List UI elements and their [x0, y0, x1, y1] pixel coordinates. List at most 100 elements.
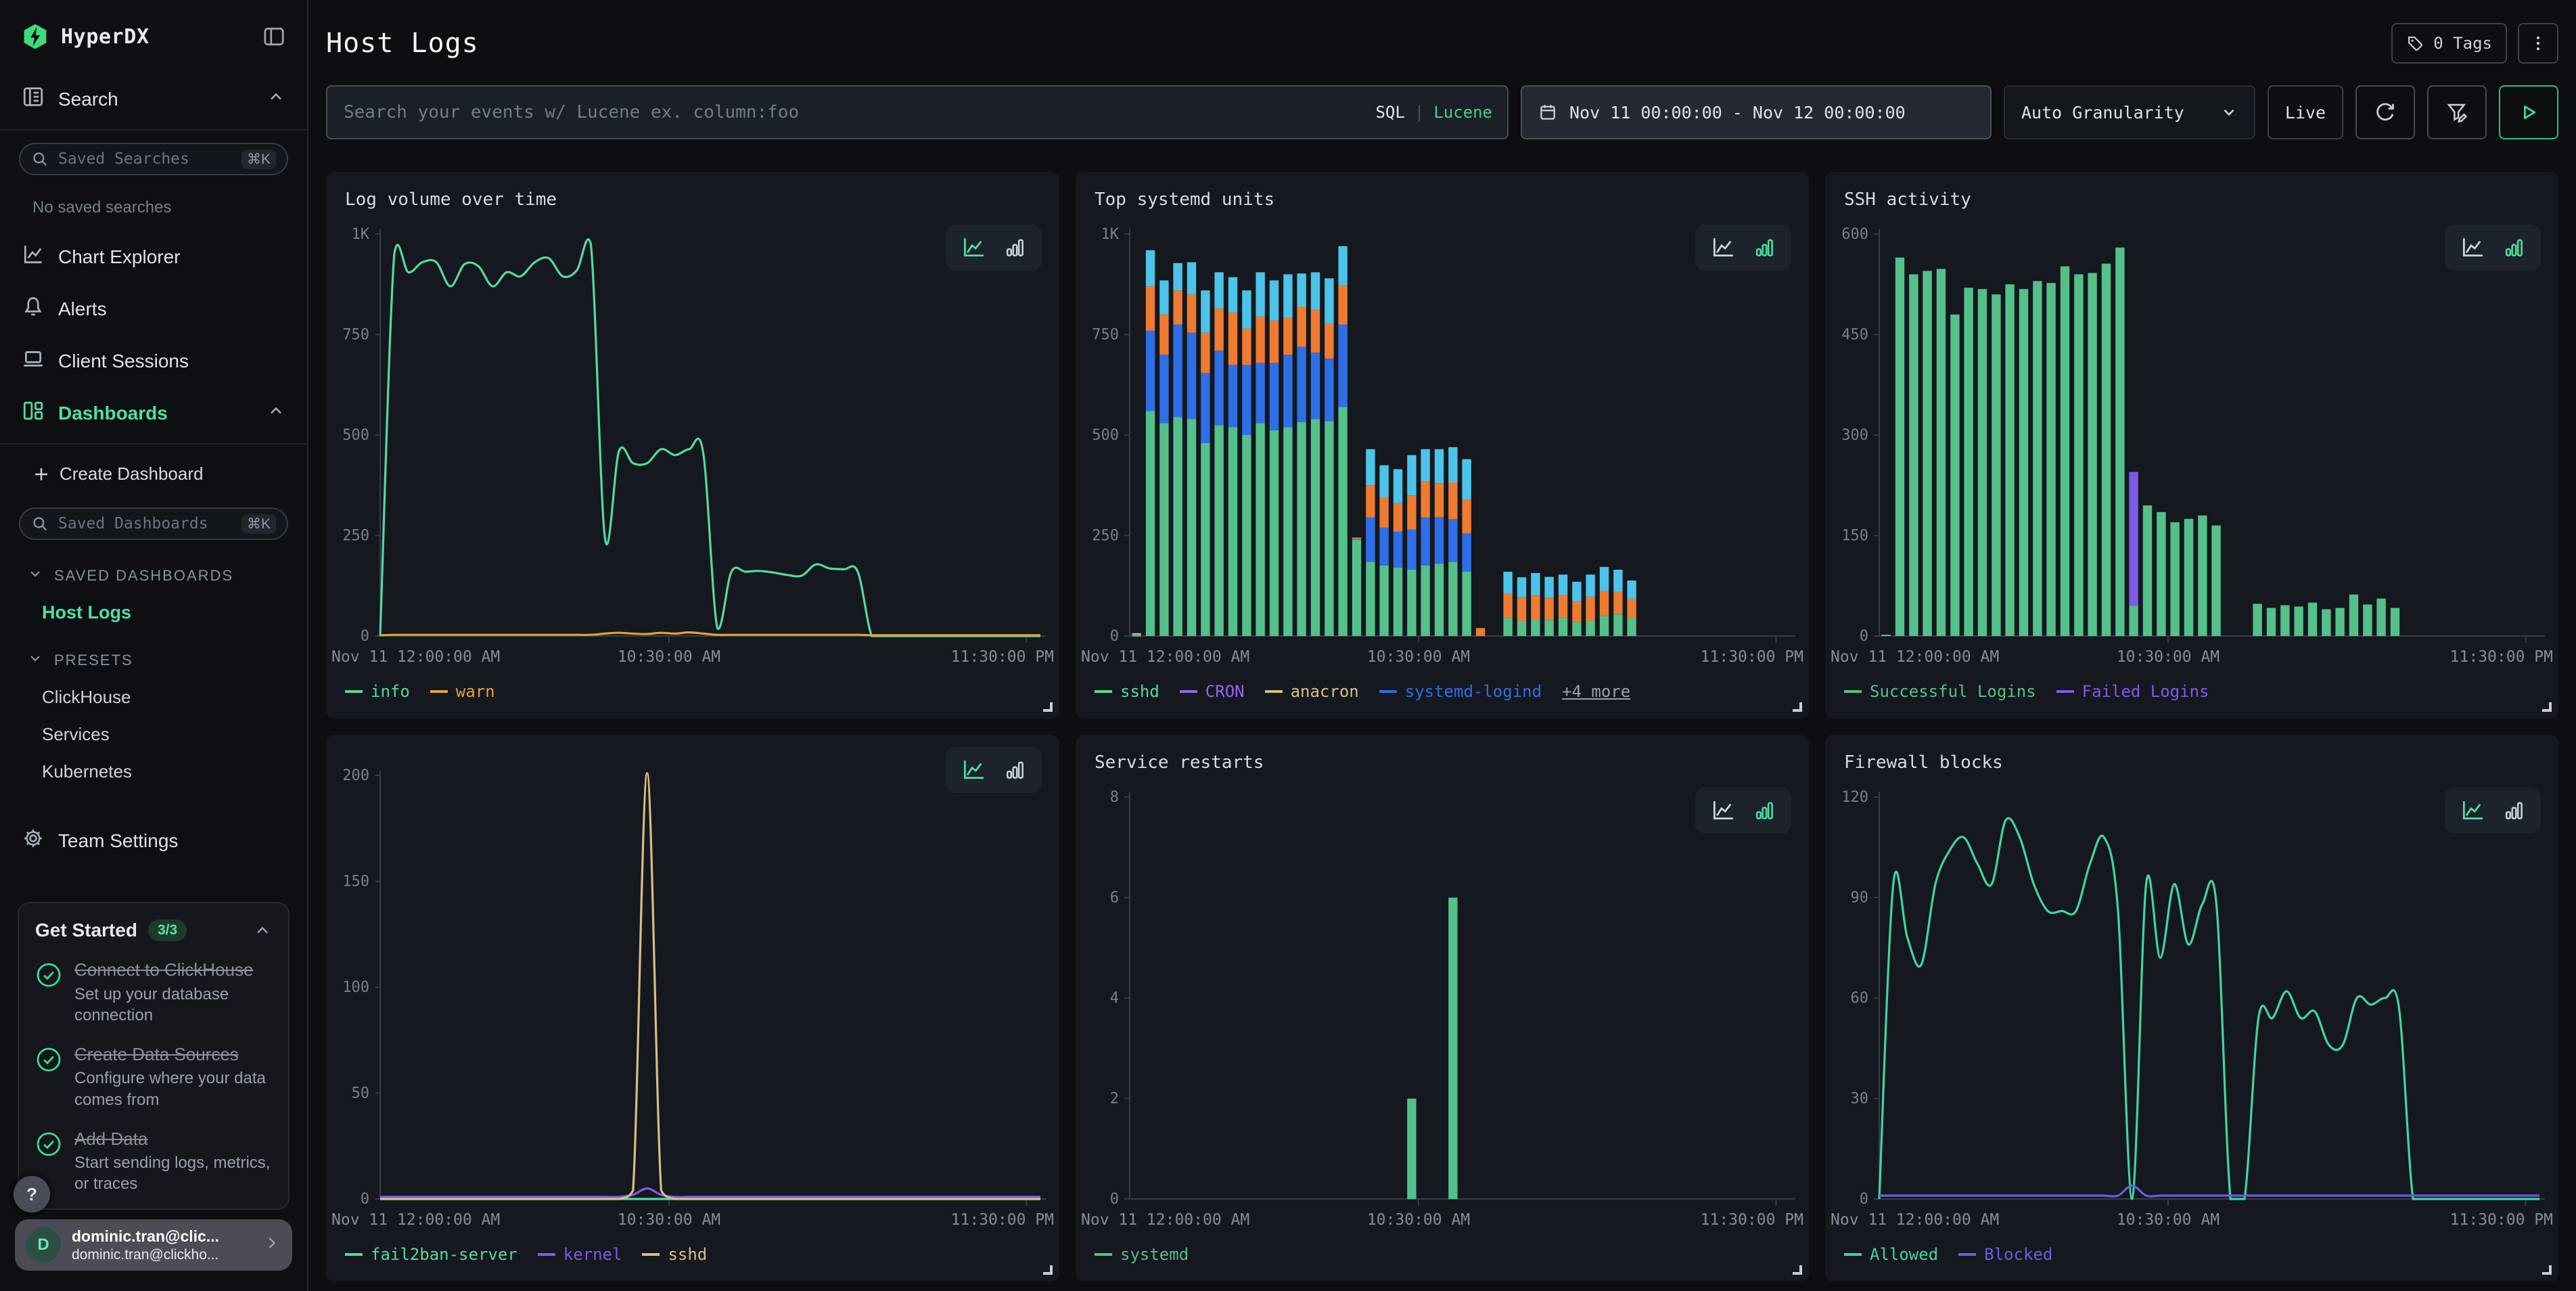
saved-searches-input[interactable]: Saved Searches ⌘K [19, 143, 288, 175]
lucene-toggle[interactable]: Lucene [1433, 103, 1492, 122]
user-menu[interactable]: D dominic.tran@clic... dominic.tran@clic… [15, 1219, 292, 1271]
resize-handle[interactable] [2542, 702, 2552, 712]
svg-text:Nov 11 12:00:00 AM: Nov 11 12:00:00 AM [1831, 1211, 1999, 1229]
legend-dash [538, 1253, 555, 1256]
saved-dashboards-input[interactable]: Saved Dashboards ⌘K [19, 507, 288, 540]
chevron-down-icon [2220, 104, 2238, 121]
line-chart-icon[interactable] [961, 235, 985, 260]
help-button[interactable]: ? [14, 1176, 50, 1213]
legend-item[interactable]: anacron [1265, 682, 1359, 701]
sidebar-item-search[interactable]: Search [0, 69, 307, 131]
svg-text:10:30:00 AM: 10:30:00 AM [618, 648, 720, 666]
legend-item[interactable]: info [345, 682, 410, 701]
refresh-button[interactable] [2355, 85, 2415, 139]
tags-button[interactable]: 0 Tags [2391, 23, 2507, 64]
section-presets[interactable]: PRESETS [0, 631, 307, 679]
sidebar-item-dashboards[interactable]: Dashboards [0, 387, 307, 445]
legend-item[interactable]: Successful Logins [1844, 682, 2036, 701]
legend-more-link[interactable]: +4 more [1562, 682, 1630, 701]
line-chart-icon[interactable] [1710, 235, 1734, 260]
legend-label: kernel [564, 1245, 622, 1264]
run-query-button[interactable] [2499, 85, 2558, 139]
legend-item[interactable]: Blocked [1958, 1245, 2052, 1264]
legend-item[interactable]: warn [430, 682, 495, 701]
chart-type-toggle [946, 225, 1042, 271]
svg-text:10:30:00 AM: 10:30:00 AM [2117, 648, 2220, 666]
panel-title: Service restarts [1076, 735, 1809, 775]
resize-handle[interactable] [2542, 1265, 2552, 1275]
legend-item[interactable]: Allowed [1844, 1245, 1938, 1264]
get-started-step[interactable]: Connect to ClickHouse Set up your databa… [35, 959, 272, 1026]
get-started-step[interactable]: Add Data Start sending logs, metrics, or… [35, 1128, 272, 1195]
sidebar-dashboard-host-logs[interactable]: Host Logs [0, 594, 307, 631]
chart-svg: 02468Nov 11 12:00:00 AM10:30:00 AM11:30:… [1076, 775, 1809, 1240]
get-started-header[interactable]: Get Started 3/3 [35, 920, 272, 941]
sidebar-item-chart-explorer[interactable]: Chart Explorer [0, 231, 307, 283]
sidebar-preset-services[interactable]: Services [0, 716, 307, 753]
svg-text:11:30:00 PM: 11:30:00 PM [2450, 648, 2553, 666]
legend-item[interactable]: systemd-logind [1379, 682, 1542, 701]
sidebar-item-client-sessions[interactable]: Client Sessions [0, 335, 307, 387]
legend-item[interactable]: systemd [1095, 1245, 1189, 1264]
legend-item[interactable]: kernel [538, 1245, 622, 1264]
panel-log-volume-over-time: Log volume over time02505007501KNov 11 1… [326, 172, 1059, 719]
bar-chart-icon[interactable] [1003, 758, 1027, 782]
get-started-step[interactable]: Create Data Sources Configure where your… [35, 1043, 272, 1110]
sidebar-preset-kubernetes[interactable]: Kubernetes [0, 753, 307, 790]
event-search-input[interactable] [326, 85, 1509, 139]
bar-chart-icon[interactable] [2502, 235, 2526, 260]
panel-menu-button[interactable] [2518, 23, 2558, 64]
bar-chart-icon[interactable] [1752, 235, 1776, 260]
collapse-sidebar-icon[interactable] [262, 25, 285, 48]
sidebar-item-team-settings[interactable]: Team Settings [0, 815, 307, 867]
resize-handle[interactable] [1793, 702, 1802, 712]
sql-toggle[interactable]: SQL [1375, 103, 1404, 122]
legend-item[interactable]: fail2ban-server [345, 1245, 518, 1264]
resize-handle[interactable] [1043, 1265, 1053, 1275]
panel-top-systemd-units: Top systemd units02505007501KNov 11 12:0… [1076, 172, 1809, 719]
chevron-up-icon [267, 401, 285, 425]
section-saved-dashboards[interactable]: SAVED DASHBOARDS [0, 552, 307, 594]
sidebar-preset-clickhouse[interactable]: ClickHouse [0, 679, 307, 716]
line-chart-icon[interactable] [2460, 235, 2484, 260]
calendar-icon [1538, 103, 1557, 122]
sidebar-item-alerts[interactable]: Alerts [0, 283, 307, 335]
line-chart-icon[interactable] [2460, 798, 2484, 823]
chevron-down-icon [27, 650, 43, 671]
legend-dash [1958, 1253, 1976, 1256]
svg-text:6: 6 [1110, 890, 1119, 907]
event-search: SQL | Lucene [326, 85, 1509, 139]
panel-untitled: 050100150200Nov 11 12:00:00 AM10:30:00 A… [326, 735, 1059, 1282]
svg-text:11:30:00 PM: 11:30:00 PM [951, 1211, 1054, 1229]
legend-item[interactable]: Failed Logins [2056, 682, 2209, 701]
bar-chart-icon[interactable] [1752, 798, 1776, 823]
bar-chart-icon[interactable] [1003, 235, 1027, 260]
panel-firewall-blocks: Firewall blocks0306090120Nov 11 12:00:00… [1825, 735, 2558, 1282]
panel-service-restarts: Service restarts02468Nov 11 12:00:00 AM1… [1076, 735, 1809, 1282]
live-button[interactable]: Live [2268, 85, 2343, 139]
live-label: Live [2285, 103, 2326, 122]
resize-handle[interactable] [1793, 1265, 1802, 1275]
granularity-select[interactable]: Auto Granularity [2004, 85, 2255, 139]
legend-dash [345, 1253, 363, 1256]
svg-text:10:30:00 AM: 10:30:00 AM [618, 1211, 720, 1229]
create-dashboard-button[interactable]: Create Dashboard [0, 453, 307, 495]
shortcut-badge: ⌘K [242, 514, 276, 534]
legend-label: Failed Logins [2082, 682, 2209, 701]
line-chart-icon[interactable] [961, 758, 985, 782]
section-label: PRESETS [54, 652, 133, 669]
svg-text:250: 250 [342, 528, 369, 545]
chart-svg: 050100150200Nov 11 12:00:00 AM10:30:00 A… [326, 735, 1059, 1240]
legend-item[interactable]: sshd [642, 1245, 707, 1264]
resize-handle[interactable] [1043, 702, 1053, 712]
svg-text:60: 60 [1851, 990, 1869, 1007]
legend-item[interactable]: CRON [1180, 682, 1245, 701]
time-range-picker[interactable]: Nov 11 00:00:00 - Nov 12 00:00:00 [1521, 85, 1992, 139]
filter-button[interactable] [2427, 85, 2487, 139]
legend-item[interactable]: sshd [1095, 682, 1159, 701]
line-chart-icon[interactable] [1710, 798, 1734, 823]
chart-legend: sshd CRON anacron systemd-logind +4 more [1076, 677, 1809, 719]
user-email: dominic.tran@clickho... [72, 1246, 252, 1263]
get-started-card: Get Started 3/3 Connect to ClickHouse Se… [18, 902, 290, 1210]
bar-chart-icon[interactable] [2502, 798, 2526, 823]
